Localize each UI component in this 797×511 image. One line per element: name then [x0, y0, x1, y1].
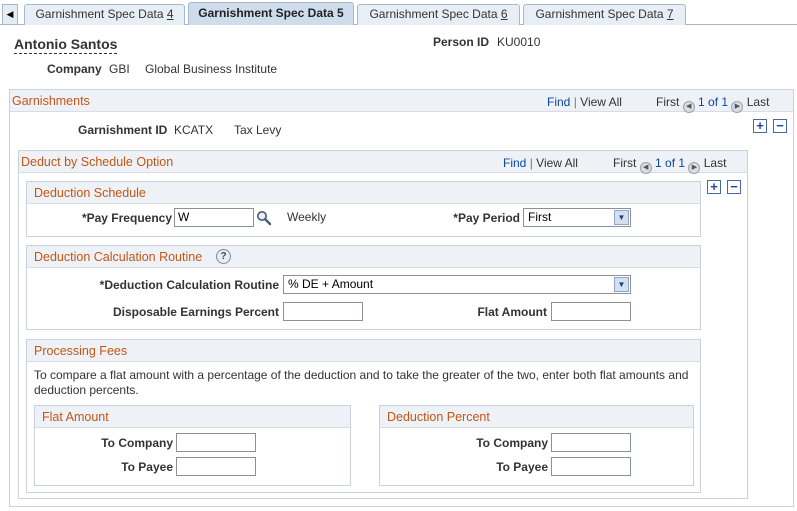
tab-bar: ◀ Garnishment Spec Data 4 Garnishment Sp… — [0, 0, 797, 26]
calc-routine-header: Deduction Calculation Routine — [27, 246, 700, 268]
tab-number: 6 — [500, 7, 508, 21]
find-link[interactable]: Find — [503, 156, 526, 170]
flat-to-payee-label: To Payee — [121, 460, 173, 474]
processing-fees-header: Processing Fees — [27, 340, 700, 362]
deduction-schedule-header: Deduction Schedule — [27, 182, 700, 204]
tab-garnishment-spec-data-5[interactable]: Garnishment Spec Data 5 — [188, 2, 354, 25]
person-id-label: Person ID — [433, 35, 490, 49]
garnishments-header: Garnishments Find | View All First ◀ 1 o… — [10, 90, 793, 113]
percent-to-payee-input[interactable] — [551, 457, 631, 476]
garnishment-id-value: KCATX — [174, 123, 214, 137]
deduct-option-nav: Find | View All — [503, 156, 578, 170]
deduction-percent-fees-title: Deduction Percent — [387, 410, 490, 424]
add-row-plus-icon[interactable]: + — [753, 119, 767, 133]
calc-routine-title: Deduction Calculation Routine — [34, 250, 203, 264]
percent-to-company-label: To Company — [476, 436, 548, 450]
flat-amount-label: Flat Amount — [477, 305, 547, 319]
flat-to-payee-input[interactable] — [176, 457, 256, 476]
view-all-link[interactable]: View All — [536, 156, 578, 170]
pager-count: 1 of 1 — [698, 95, 729, 109]
calc-routine-select[interactable]: % DE + Amount ▼ — [283, 275, 631, 294]
delete-option-minus-icon[interactable]: − — [727, 180, 741, 194]
pay-period-label: *Pay Period — [453, 211, 520, 225]
deduct-option-pager: First ◀ 1 of 1 ▶ Last — [613, 156, 726, 174]
processing-fees-title: Processing Fees — [34, 344, 128, 358]
tab-number: 5 — [337, 6, 344, 20]
view-all-link[interactable]: View All — [580, 95, 622, 109]
garnishment-id-label: Garnishment ID — [78, 123, 168, 137]
percent-to-company-input[interactable] — [551, 433, 631, 452]
tab-label: Garnishment Spec Data — [35, 7, 167, 21]
flat-amount-fees-title: Flat Amount — [42, 410, 109, 424]
calc-routine-label: *Deduction Calculation Routine — [99, 278, 279, 292]
tab-label: Garnishment Spec Data — [369, 7, 501, 21]
chevron-down-icon[interactable]: ▼ — [614, 210, 629, 225]
search-icon[interactable] — [256, 210, 272, 226]
tab-number: 4 — [166, 7, 174, 21]
disposable-earnings-input[interactable] — [283, 302, 363, 321]
garnishments-nav: Find | View All — [547, 95, 622, 109]
pay-frequency-input[interactable]: W — [174, 208, 254, 227]
calc-routine-value: % DE + Amount — [288, 277, 374, 291]
tab-garnishment-spec-data-4[interactable]: Garnishment Spec Data 4 — [24, 4, 185, 25]
deduction-schedule-title: Deduction Schedule — [34, 186, 146, 200]
company-code: GBI — [109, 62, 130, 76]
first-label: First — [613, 156, 637, 170]
person-id-value: KU0010 — [497, 35, 541, 49]
next-icon[interactable]: ▶ — [731, 101, 744, 113]
tab-scroll-left-button[interactable]: ◀ — [2, 4, 18, 24]
delete-row-minus-icon[interactable]: − — [773, 119, 787, 133]
garnishment-description: Tax Levy — [234, 123, 282, 137]
flat-amount-fees-header: Flat Amount — [35, 406, 350, 428]
deduct-option-header: Deduct by Schedule Option Find | View Al… — [19, 151, 747, 174]
company-label: Company — [47, 62, 102, 76]
tab-label: Garnishment Spec Data — [535, 7, 667, 21]
pay-period-value: First — [528, 210, 552, 224]
add-option-plus-icon[interactable]: + — [707, 180, 721, 194]
nav-separator: | — [529, 156, 533, 170]
last-label: Last — [703, 156, 727, 170]
processing-fees-instructions-line-1: To compare a flat amount with a percenta… — [34, 368, 689, 382]
previous-icon[interactable]: ◀ — [682, 101, 695, 113]
tab-garnishment-spec-data-6[interactable]: Garnishment Spec Data 6 — [357, 4, 520, 25]
pager-count: 1 of 1 — [655, 156, 686, 170]
help-icon[interactable]: ? — [216, 249, 231, 264]
percent-to-payee-label: To Payee — [496, 460, 548, 474]
flat-to-company-label: To Company — [101, 436, 173, 450]
first-label: First — [656, 95, 680, 109]
chevron-down-icon[interactable]: ▼ — [614, 277, 629, 292]
pay-frequency-label: *Pay Frequency — [81, 211, 172, 225]
deduct-option-title: Deduct by Schedule Option — [21, 155, 174, 169]
processing-fees-instructions-line-2: deduction percents. — [34, 383, 139, 397]
find-link[interactable]: Find — [547, 95, 570, 109]
company-name: Global Business Institute — [145, 62, 278, 76]
garnishments-pager: First ◀ 1 of 1 ▶ Last — [656, 95, 769, 113]
deduction-percent-fees-header: Deduction Percent — [380, 406, 693, 428]
previous-icon[interactable]: ◀ — [639, 162, 652, 174]
flat-amount-input[interactable] — [551, 302, 631, 321]
next-icon[interactable]: ▶ — [688, 162, 701, 174]
flat-to-company-input[interactable] — [176, 433, 256, 452]
last-label: Last — [746, 95, 770, 109]
tab-garnishment-spec-data-7[interactable]: Garnishment Spec Data 7 — [523, 4, 686, 25]
pay-period-select[interactable]: First ▼ — [523, 208, 631, 227]
tab-number: 7 — [666, 7, 674, 21]
employee-name: Antonio Santos — [14, 36, 118, 54]
tab-label: Garnishment Spec Data — [198, 6, 338, 20]
pay-frequency-description: Weekly — [287, 210, 327, 224]
disposable-earnings-label: Disposable Earnings Percent — [112, 305, 279, 319]
nav-separator: | — [573, 95, 577, 109]
garnishments-title: Garnishments — [12, 94, 90, 108]
